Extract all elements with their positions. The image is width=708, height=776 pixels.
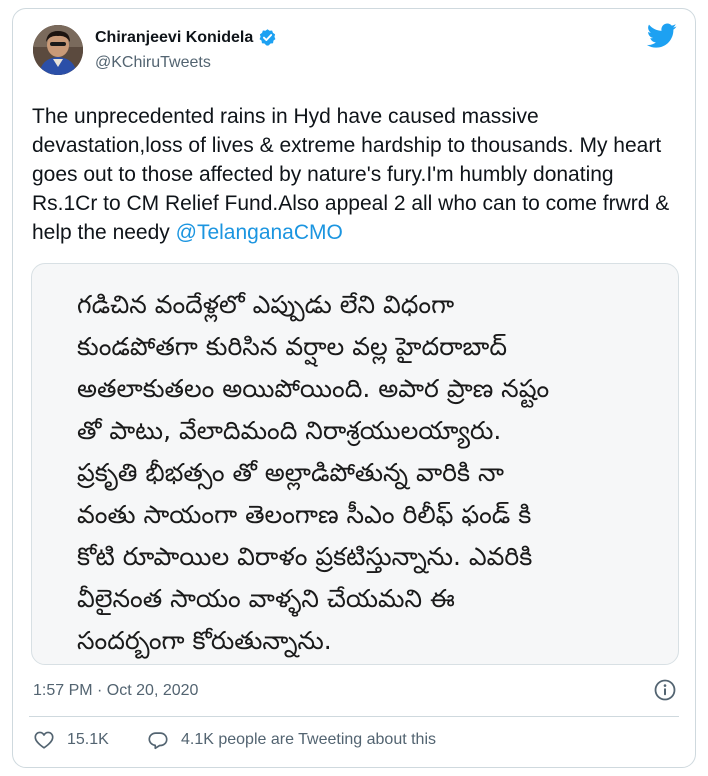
display-name[interactable]: Chiranjeevi Konidela (95, 29, 253, 47)
tweet-body: The unprecedented rains in Hyd have caus… (32, 105, 676, 244)
name-row: Chiranjeevi Konidela (95, 28, 277, 47)
tweet-text: The unprecedented rains in Hyd have caus… (32, 102, 682, 247)
image-text-line: గడిచిన వందేళ్లలో ఎప్పుడు లేని విధంగా (77, 290, 455, 319)
twitter-bird-icon[interactable] (646, 23, 677, 49)
tweet-timestamp[interactable]: 1:57 PM · Oct 20, 2020 (33, 682, 198, 700)
image-text-line: కుండపోతగా కురిసిన వర్షాల వల్ల హైదరాబాద్ (77, 332, 507, 361)
avatar[interactable] (33, 25, 83, 75)
image-text-line: తో పాటు, వేలాదిమంది నిరాశ్రయులయ్యారు. (77, 416, 502, 445)
like-count: 15.1K (67, 731, 109, 748)
image-text-line: అతలాకుతలం అయిపోయింది. అపార ప్రాణ నష్టం (77, 374, 550, 403)
image-text-line: కోటి రూపాయిల విరాళం ప్రకటిస్తున్నాను. ఎవ… (77, 542, 533, 571)
verified-badge-icon (258, 28, 277, 47)
image-text-line: వంతు సాయంగా తెలంగాణ సీఎం రిలీఫ్ ఫండ్ కి (77, 500, 532, 529)
image-text-line: వీలైనంత సాయం వాళ్ళని చేయమని ఈ (77, 584, 455, 613)
info-icon[interactable] (653, 678, 677, 702)
image-text-line: ప్రకృతి భీభత్సం తో అల్లాడిపోతున్న వారికి… (77, 458, 504, 487)
image-text-line: సందర్బంగా కోరుతున్నాను. (77, 626, 332, 655)
media-image[interactable]: గడిచిన వందేళ్లలో ఎప్పుడు లేని విధంగా కుం… (31, 263, 679, 665)
speech-bubble-icon (147, 729, 169, 751)
like-button[interactable]: 15.1K (33, 729, 109, 751)
divider (29, 716, 679, 717)
tweeting-about-link[interactable]: 4.1K people are Tweeting about this (147, 729, 436, 751)
tweet-card: Chiranjeevi Konidela @KChiruTweets The u… (12, 8, 696, 768)
tweeting-about-text: 4.1K people are Tweeting about this (181, 731, 436, 748)
author-handle[interactable]: @KChiruTweets (95, 54, 211, 72)
mention-link[interactable]: @TelanganaCMO (176, 221, 343, 244)
heart-icon (33, 729, 55, 751)
image-text-block: గడిచిన వందేళ్లలో ఎప్పుడు లేని విధంగా కుం… (77, 284, 657, 662)
profile-photo (33, 25, 83, 75)
